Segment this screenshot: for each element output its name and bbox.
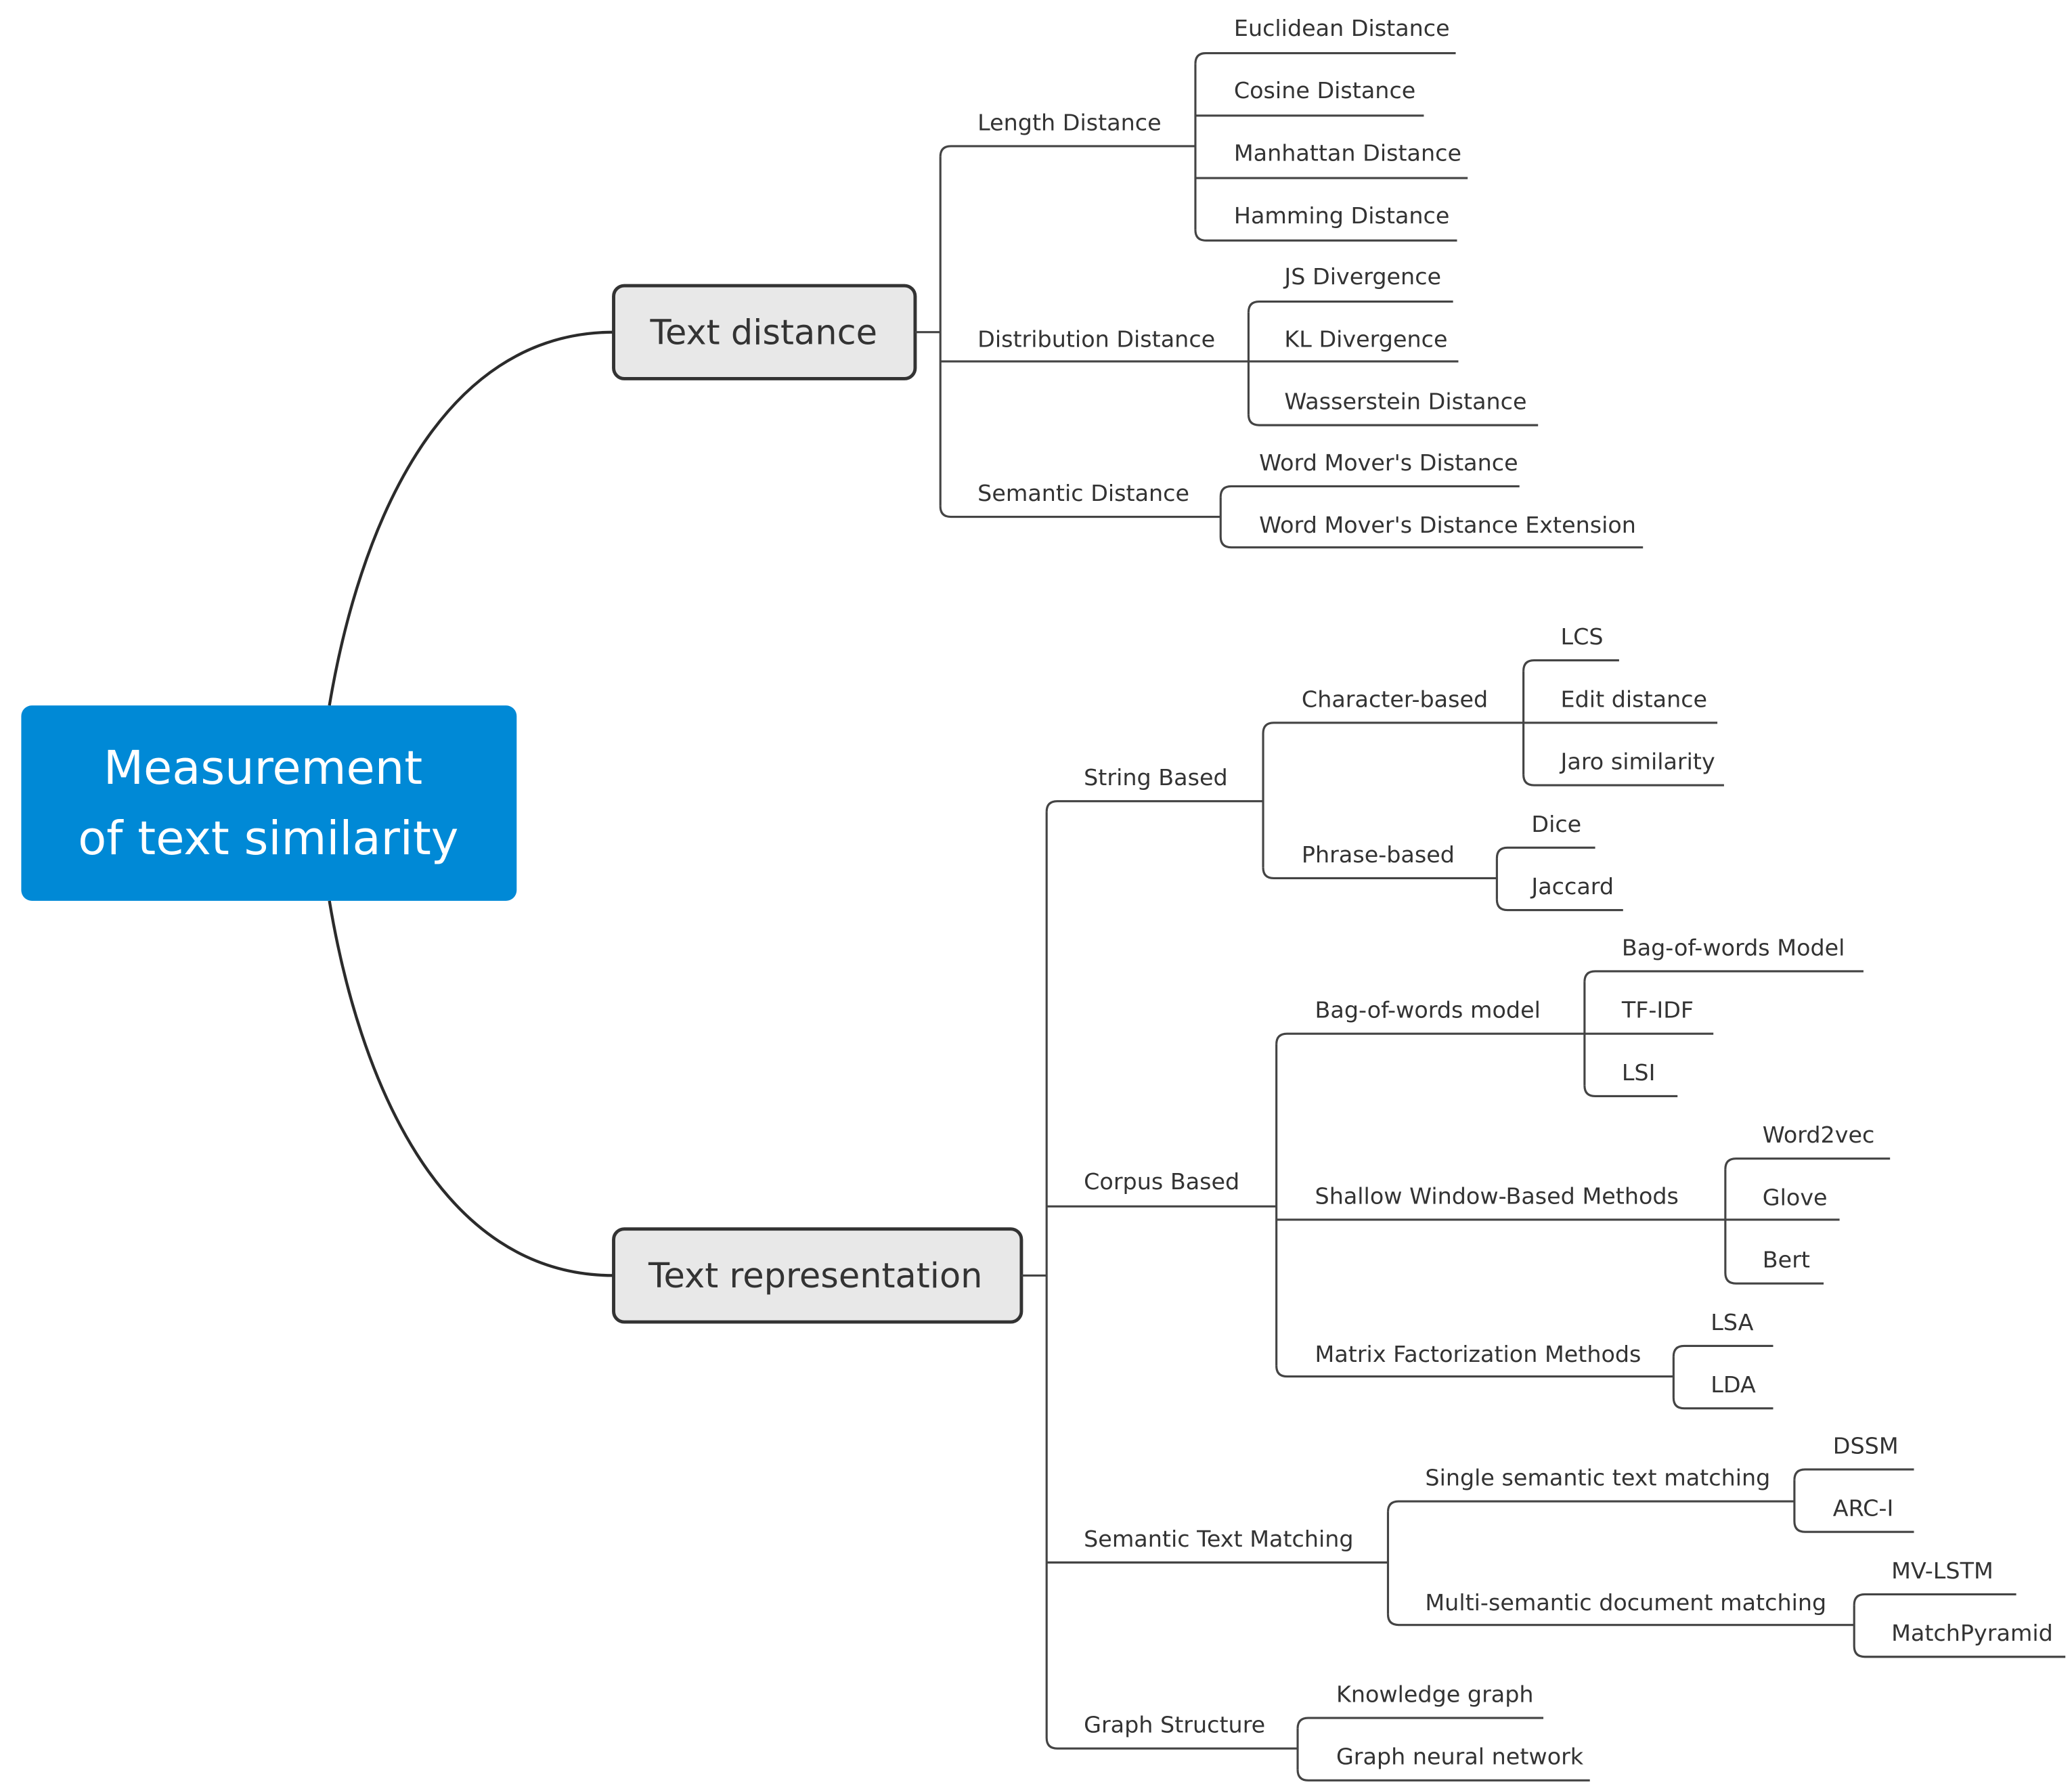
node-graph-structure[interactable]: Graph Structure [1084,1712,1265,1738]
node-hamming-distance[interactable]: Hamming Distance [1234,202,1450,229]
graph-structure-branch-0 [1296,1717,1544,1729]
character-based-branch-2 [1522,774,1724,787]
node-multi-semantic-document-matching[interactable]: Multi-semantic document matching [1425,1589,1826,1616]
branch-text-distance-label: Text distance [650,313,878,353]
node-bert[interactable]: Bert [1763,1247,1810,1273]
node-bag-of-words-model[interactable]: Bag-of-words model [1315,997,1541,1023]
node-semantic-text-matching[interactable]: Semantic Text Matching [1084,1526,1353,1552]
node-distribution-distance[interactable]: Distribution Distance [977,326,1215,352]
string-based-branch-0 [1262,722,1524,734]
bag-of-words-branch-2 [1583,1085,1678,1097]
root-title-line1: Measurement [104,741,422,795]
text-representation-branch-3 [1045,1738,1298,1750]
length-distance-branch-3 [1194,229,1457,242]
single-semantic-branch-0 [1793,1468,1914,1480]
string-based-branch-1 [1262,867,1497,880]
shallow-window-branch-2 [1724,1273,1824,1285]
node-euclidean-distance[interactable]: Euclidean Distance [1234,15,1450,41]
root-title-line2: of text similarity [78,812,458,866]
semantic-text-matching-branch-1 [1386,1614,1855,1627]
text-distance-branch-2 [939,506,1221,518]
node-single-semantic-text-matching[interactable]: Single semantic text matching [1425,1465,1770,1491]
node-word-mover-s-distance[interactable]: Word Mover's Distance [1259,449,1518,476]
semantic-distance-branch-1 [1219,536,1644,549]
node-matrix-factorization-methods[interactable]: Matrix Factorization Methods [1315,1341,1641,1367]
phrase-based-branch-0 [1495,846,1595,859]
node-string-based[interactable]: String Based [1084,764,1228,791]
length-distance-branch-0 [1194,51,1456,64]
semantic-distance-branch-0 [1219,485,1520,498]
node-lsa[interactable]: LSA [1711,1309,1753,1335]
corpus-based-branch-0 [1275,1032,1585,1044]
node-wasserstein-distance[interactable]: Wasserstein Distance [1284,389,1526,415]
root-node-box [21,705,517,901]
node-jaro-similarity[interactable]: Jaro similarity [1560,749,1715,775]
node-dice[interactable]: Dice [1531,811,1581,837]
node-kl-divergence[interactable]: KL Divergence [1284,326,1447,352]
tree-connectors-and-labels: Length Distance Distribution Distance Sema… [914,15,2066,1782]
text-distance-branch-0 [939,145,1195,157]
corpus-based-branch-2 [1275,1365,1674,1378]
node-tf-idf[interactable]: TF-IDF [1621,997,1694,1023]
node-length-distance[interactable]: Length Distance [977,109,1161,135]
matrix-factorization-branch-0 [1672,1344,1773,1357]
node-shallow-window-based-methods[interactable]: Shallow Window-Based Methods [1315,1182,1679,1209]
mind-map: Measurement of text similarity Text dist… [21,15,2066,1782]
single-semantic-branch-1 [1793,1521,1914,1533]
node-manhattan-distance[interactable]: Manhattan Distance [1234,140,1461,167]
branch-text-representation[interactable]: Text representation [612,1227,1023,1324]
shallow-window-branch-0 [1724,1157,1891,1170]
node-word-mover-s-distance-extension[interactable]: Word Mover's Distance Extension [1259,512,1636,538]
multi-semantic-branch-1 [1853,1645,2066,1658]
node-edit-distance[interactable]: Edit distance [1561,686,1708,712]
graph-structure-branch-1 [1296,1769,1590,1782]
node-bag-of-words-model[interactable]: Bag-of-words Model [1622,934,1845,960]
branch-text-representation-label: Text representation [648,1256,982,1296]
node-character-based[interactable]: Character-based [1302,686,1488,712]
branch-text-distance[interactable]: Text distance [612,284,917,380]
multi-semantic-branch-0 [1853,1593,2016,1606]
distribution-distance-branch-2 [1247,414,1539,426]
node-graph-neural-network[interactable]: Graph neural network [1336,1744,1584,1770]
node-dssm[interactable]: DSSM [1833,1432,1899,1459]
node-js-divergence[interactable]: JS Divergence [1283,263,1441,290]
node-semantic-distance[interactable]: Semantic Distance [977,480,1189,506]
node-cosine-distance[interactable]: Cosine Distance [1234,77,1415,104]
character-based-branch-0 [1522,659,1619,671]
node-lsi[interactable]: LSI [1622,1059,1656,1086]
node-arc-i[interactable]: ARC-I [1833,1495,1893,1522]
text-representation-branch-0 [1045,800,1264,812]
bag-of-words-branch-0 [1583,970,1864,982]
node-lcs[interactable]: LCS [1561,623,1604,650]
node-jaccard[interactable]: Jaccard [1530,873,1614,900]
node-word2vec[interactable]: Word2vec [1763,1122,1875,1148]
connector-root-text-distance [328,330,614,706]
node-lda[interactable]: LDA [1711,1371,1756,1398]
phrase-based-branch-1 [1495,899,1623,912]
node-glove[interactable]: Glove [1763,1184,1828,1210]
connector-root-text-representation [328,900,614,1277]
semantic-text-matching-branch-0 [1386,1500,1794,1512]
distribution-distance-branch-0 [1247,301,1453,313]
node-phrase-based[interactable]: Phrase-based [1302,841,1455,868]
root-node[interactable]: Measurement of text similarity [21,705,517,901]
matrix-factorization-branch-1 [1672,1397,1773,1410]
node-knowledge-graph[interactable]: Knowledge graph [1336,1681,1534,1707]
node-mv-lstm[interactable]: MV-LSTM [1891,1557,1993,1584]
node-matchpyramid[interactable]: MatchPyramid [1891,1620,2053,1646]
node-corpus-based[interactable]: Corpus Based [1084,1168,1239,1195]
